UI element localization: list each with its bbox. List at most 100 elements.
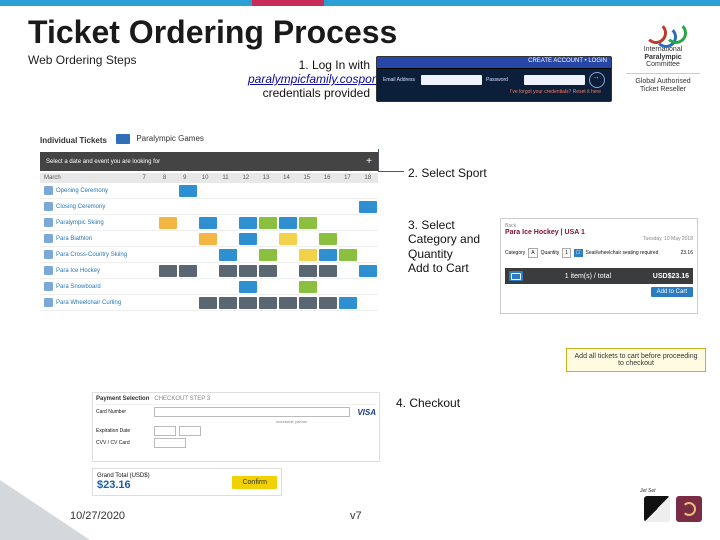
confirm-button[interactable]: Confirm xyxy=(232,476,277,489)
availability-cell[interactable] xyxy=(179,185,197,197)
availability-cell[interactable] xyxy=(219,265,237,277)
availability-cell xyxy=(339,265,357,277)
availability-cell[interactable] xyxy=(199,297,217,309)
availability-cell[interactable] xyxy=(359,201,377,213)
login-forgot-link[interactable]: I've forgot your credentials? Reset it h… xyxy=(377,89,611,95)
checkout-step: CHECKOUT STEP 3 xyxy=(154,396,210,402)
availability-cell xyxy=(319,281,337,293)
sport-label[interactable]: Closing Ceremony xyxy=(40,199,138,214)
availability-cell[interactable] xyxy=(179,265,197,277)
cart-icon[interactable] xyxy=(509,271,523,281)
availability-cell xyxy=(139,233,157,245)
availability-cell[interactable] xyxy=(319,249,337,261)
exp-year[interactable] xyxy=(179,426,201,436)
availability-cell xyxy=(199,201,217,213)
availability-cell[interactable] xyxy=(159,265,177,277)
sport-label[interactable]: Para Wheelchair Curling xyxy=(40,295,138,310)
sport-row: Para Ice Hockey xyxy=(40,263,378,279)
card-number-label: Card Number xyxy=(96,409,151,415)
cvv-label: CVV / CV Card xyxy=(96,440,151,446)
availability-cell xyxy=(339,201,357,213)
availability-cell xyxy=(279,201,297,213)
password-field[interactable] xyxy=(524,75,585,85)
availability-cell[interactable] xyxy=(339,249,357,261)
jetset-logo-icon xyxy=(644,496,670,522)
email-field[interactable] xyxy=(421,75,482,85)
availability-cell xyxy=(159,233,177,245)
availability-cell[interactable] xyxy=(219,297,237,309)
availability-cell[interactable] xyxy=(279,297,297,309)
sport-icon xyxy=(44,298,53,307)
availability-cell[interactable] xyxy=(299,281,317,293)
availability-cell[interactable] xyxy=(259,217,277,229)
availability-cell xyxy=(359,233,377,245)
filter-bar[interactable]: Select a date and event you are looking … xyxy=(40,152,378,171)
availability-cell xyxy=(359,281,377,293)
availability-cell xyxy=(319,201,337,213)
availability-cell[interactable] xyxy=(259,265,277,277)
tip-callout: Add all tickets to cart before proceedin… xyxy=(566,348,706,372)
card-number-field[interactable] xyxy=(154,407,350,417)
availability-cell[interactable] xyxy=(279,233,297,245)
availability-cell xyxy=(279,265,297,277)
availability-cell[interactable] xyxy=(319,297,337,309)
checkout-screenshot: Payment Selection CHECKOUT STEP 3 Card N… xyxy=(92,392,380,462)
sport-row: Para Biathlon xyxy=(40,231,378,247)
footer-logos xyxy=(612,492,702,526)
quantity-select[interactable]: 1 xyxy=(562,248,571,258)
availability-cell xyxy=(139,185,157,197)
exp-month[interactable] xyxy=(154,426,176,436)
login-screenshot: CREATE ACCOUNT • LOGIN Email Address Pas… xyxy=(376,56,612,102)
availability-cell xyxy=(139,265,157,277)
availability-cell xyxy=(299,185,317,197)
availability-cell[interactable] xyxy=(299,265,317,277)
cvv-field[interactable] xyxy=(154,438,186,448)
availability-cell[interactable] xyxy=(239,217,257,229)
sport-label[interactable]: Para Biathlon xyxy=(40,231,138,246)
availability-cell[interactable] xyxy=(159,217,177,229)
availability-cell xyxy=(199,281,217,293)
availability-cell xyxy=(179,281,197,293)
availability-cell[interactable] xyxy=(359,265,377,277)
availability-cell[interactable] xyxy=(259,297,277,309)
availability-cell xyxy=(219,201,237,213)
sport-label[interactable]: Para Cross-Country Skiing xyxy=(40,247,138,262)
individual-tickets-tab[interactable]: Individual Tickets xyxy=(40,136,107,145)
sport-label[interactable]: Paralympic Skiing xyxy=(40,215,138,230)
availability-cell xyxy=(159,249,177,261)
total-items-label: 1 item(s) / total xyxy=(565,273,611,280)
wheelchair-toggle[interactable]: ☐ xyxy=(574,249,582,257)
availability-cell[interactable] xyxy=(299,217,317,229)
add-to-cart-button[interactable]: Add to Cart xyxy=(651,287,693,297)
availability-cell[interactable] xyxy=(239,233,257,245)
availability-cell xyxy=(219,233,237,245)
availability-cell[interactable] xyxy=(339,297,357,309)
login-submit-icon[interactable] xyxy=(589,72,605,88)
sport-label[interactable]: Para Snowboard xyxy=(40,279,138,294)
availability-cell[interactable] xyxy=(259,249,277,261)
category-select[interactable]: A xyxy=(528,248,537,258)
decorative-top-bar xyxy=(0,0,720,6)
availability-cell[interactable] xyxy=(239,281,257,293)
availability-cell xyxy=(219,185,237,197)
availability-cell[interactable] xyxy=(219,249,237,261)
availability-cell[interactable] xyxy=(279,217,297,229)
visa-logo: VISA xyxy=(357,408,376,417)
availability-cell[interactable] xyxy=(239,297,257,309)
availability-cell[interactable] xyxy=(299,249,317,261)
availability-cell[interactable] xyxy=(319,265,337,277)
availability-cell xyxy=(259,201,277,213)
sport-label[interactable]: Para Ice Hockey xyxy=(40,263,138,278)
availability-cell[interactable] xyxy=(199,217,217,229)
availability-cell[interactable] xyxy=(299,297,317,309)
footer-date: 10/27/2020 xyxy=(70,510,125,522)
step-4-text: 4. Checkout xyxy=(392,394,464,412)
email-label: Email Address xyxy=(383,77,417,83)
expand-icon[interactable]: + xyxy=(366,156,372,167)
availability-cell[interactable] xyxy=(199,233,217,245)
availability-cell xyxy=(339,217,357,229)
availability-cell xyxy=(159,297,177,309)
availability-cell[interactable] xyxy=(239,265,257,277)
sport-label[interactable]: Opening Ceremony xyxy=(40,183,138,198)
availability-cell[interactable] xyxy=(319,233,337,245)
